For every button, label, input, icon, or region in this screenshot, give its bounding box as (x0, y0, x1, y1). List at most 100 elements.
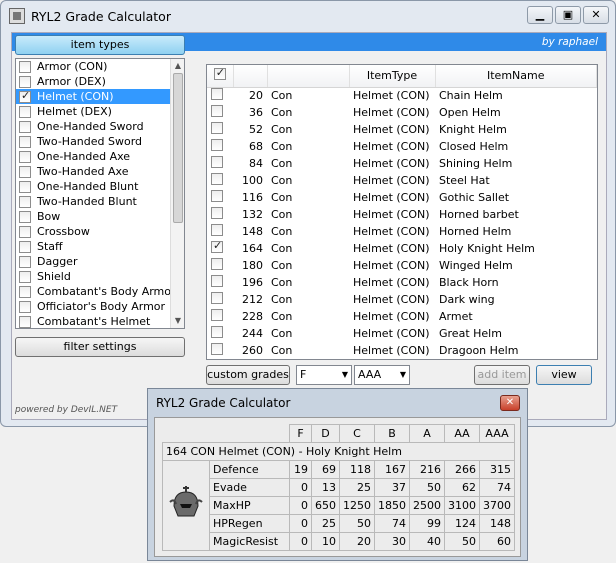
item-type-checkbox[interactable] (19, 165, 31, 178)
list-item[interactable]: Officiator's Body Armor (16, 299, 184, 314)
row-checkbox[interactable] (207, 138, 233, 155)
min-grade-select[interactable]: F ▼ (296, 365, 352, 385)
list-item[interactable]: Two-Handed Axe (16, 164, 184, 179)
scroll-down-icon[interactable]: ▼ (171, 314, 184, 328)
item-type-checkbox[interactable] (19, 75, 31, 88)
row-select-checkbox[interactable] (211, 292, 223, 304)
row-select-checkbox[interactable] (211, 105, 223, 117)
scroll-thumb[interactable] (173, 73, 183, 223)
maximize-button[interactable]: ▣ (555, 6, 581, 24)
item-type-checkbox[interactable] (19, 315, 31, 328)
row-checkbox[interactable] (207, 155, 233, 172)
row-checkbox[interactable] (207, 104, 233, 121)
item-type-checkbox[interactable] (19, 89, 31, 103)
header-itemname[interactable]: ItemName (435, 65, 597, 88)
item-type-checkbox[interactable] (19, 195, 31, 208)
list-item[interactable]: One-Handed Blunt (16, 179, 184, 194)
list-item[interactable]: Staff (16, 239, 184, 254)
custom-grades-button[interactable]: custom grades (206, 365, 290, 385)
select-all-checkbox[interactable] (213, 66, 226, 81)
item-type-checkbox[interactable] (19, 120, 31, 133)
item-types-button[interactable]: item types (15, 35, 185, 55)
table-row[interactable]: 36 Con Helmet (CON) Open Helm (207, 104, 597, 121)
row-select-checkbox[interactable] (211, 156, 223, 168)
row-checkbox[interactable] (207, 121, 233, 138)
table-row[interactable]: 68 Con Helmet (CON) Closed Helm (207, 138, 597, 155)
item-type-checkbox[interactable] (19, 240, 31, 253)
item-types-list[interactable]: Armor (CON) Armor (DEX) Helmet (CON) Helmet… (15, 58, 185, 329)
item-type-checkbox[interactable] (19, 270, 31, 283)
row-checkbox[interactable] (207, 223, 233, 240)
list-scrollbar[interactable]: ▲ ▼ (170, 59, 184, 328)
table-row[interactable]: 244 Con Helmet (CON) Great Helm (207, 325, 597, 342)
view-button[interactable]: view (536, 365, 592, 385)
list-item[interactable]: Combatant's Helmet (16, 314, 184, 328)
max-grade-select[interactable]: AAA ▼ (354, 365, 410, 385)
table-row[interactable]: 20 Con Helmet (CON) Chain Helm (207, 87, 597, 104)
row-select-checkbox[interactable] (211, 139, 223, 151)
add-item-button[interactable]: add item (474, 365, 530, 385)
list-item[interactable]: Combatant's Body Armor (16, 284, 184, 299)
row-checkbox[interactable] (207, 189, 233, 206)
header-itemtype[interactable]: ItemType (349, 65, 436, 88)
item-type-checkbox[interactable] (19, 150, 31, 163)
row-checkbox[interactable] (207, 172, 233, 189)
row-select-checkbox[interactable] (211, 309, 223, 321)
close-button[interactable]: ✕ (583, 6, 609, 24)
table-row[interactable]: 196 Con Helmet (CON) Black Horn (207, 274, 597, 291)
result-close-button[interactable]: ✕ (500, 395, 520, 411)
row-checkbox[interactable] (207, 325, 233, 342)
row-checkbox[interactable] (207, 239, 233, 257)
row-checkbox[interactable] (207, 291, 233, 308)
list-item[interactable]: Two-Handed Sword (16, 134, 184, 149)
list-item[interactable]: Crossbow (16, 224, 184, 239)
header-select-all[interactable] (207, 65, 234, 88)
row-select-checkbox[interactable] (211, 275, 223, 287)
table-row[interactable]: 116 Con Helmet (CON) Gothic Sallet (207, 189, 597, 206)
table-row[interactable]: 52 Con Helmet (CON) Knight Helm (207, 121, 597, 138)
item-type-checkbox[interactable] (19, 285, 31, 298)
table-row[interactable]: 132 Con Helmet (CON) Horned barbet (207, 206, 597, 223)
list-item[interactable]: Dagger (16, 254, 184, 269)
row-select-checkbox[interactable] (211, 190, 223, 202)
table-row[interactable]: 228 Con Helmet (CON) Armet (207, 308, 597, 325)
item-type-checkbox[interactable] (19, 60, 31, 73)
minimize-button[interactable]: ▁ (527, 6, 553, 24)
table-row[interactable]: 212 Con Helmet (CON) Dark wing (207, 291, 597, 308)
list-item[interactable]: Helmet (CON) (16, 89, 184, 104)
item-type-checkbox[interactable] (19, 135, 31, 148)
table-row[interactable]: 164 Con Helmet (CON) Holy Knight Helm (207, 239, 597, 257)
filter-settings-button[interactable]: filter settings (15, 337, 185, 357)
item-type-checkbox[interactable] (19, 300, 31, 313)
list-item[interactable]: Bow (16, 209, 184, 224)
row-checkbox[interactable] (207, 206, 233, 223)
row-checkbox[interactable] (207, 342, 233, 359)
item-type-checkbox[interactable] (19, 255, 31, 268)
row-select-checkbox[interactable] (211, 88, 223, 101)
list-item[interactable]: Armor (CON) (16, 59, 184, 74)
list-item[interactable]: One-Handed Axe (16, 149, 184, 164)
row-select-checkbox[interactable] (211, 326, 223, 338)
row-checkbox[interactable] (207, 257, 233, 274)
row-checkbox[interactable] (207, 274, 233, 291)
item-type-checkbox[interactable] (19, 225, 31, 238)
table-row[interactable]: 260 Con Helmet (CON) Dragoon Helm (207, 342, 597, 359)
list-item[interactable]: Helmet (DEX) (16, 104, 184, 119)
row-checkbox[interactable] (207, 87, 233, 104)
item-type-checkbox[interactable] (19, 105, 31, 118)
table-row[interactable]: 148 Con Helmet (CON) Horned Helm (207, 223, 597, 240)
item-type-checkbox[interactable] (19, 210, 31, 223)
list-item[interactable]: Shield (16, 269, 184, 284)
row-select-checkbox[interactable] (211, 224, 223, 236)
row-select-checkbox[interactable] (211, 173, 223, 185)
table-row[interactable]: 84 Con Helmet (CON) Shining Helm (207, 155, 597, 172)
row-select-checkbox[interactable] (211, 122, 223, 134)
table-row[interactable]: 180 Con Helmet (CON) Winged Helm (207, 257, 597, 274)
row-select-checkbox[interactable] (211, 343, 223, 355)
list-item[interactable]: One-Handed Sword (16, 119, 184, 134)
table-row[interactable]: 100 Con Helmet (CON) Steel Hat (207, 172, 597, 189)
scroll-up-icon[interactable]: ▲ (171, 59, 184, 73)
row-select-checkbox[interactable] (211, 258, 223, 270)
list-item[interactable]: Armor (DEX) (16, 74, 184, 89)
list-item[interactable]: Two-Handed Blunt (16, 194, 184, 209)
